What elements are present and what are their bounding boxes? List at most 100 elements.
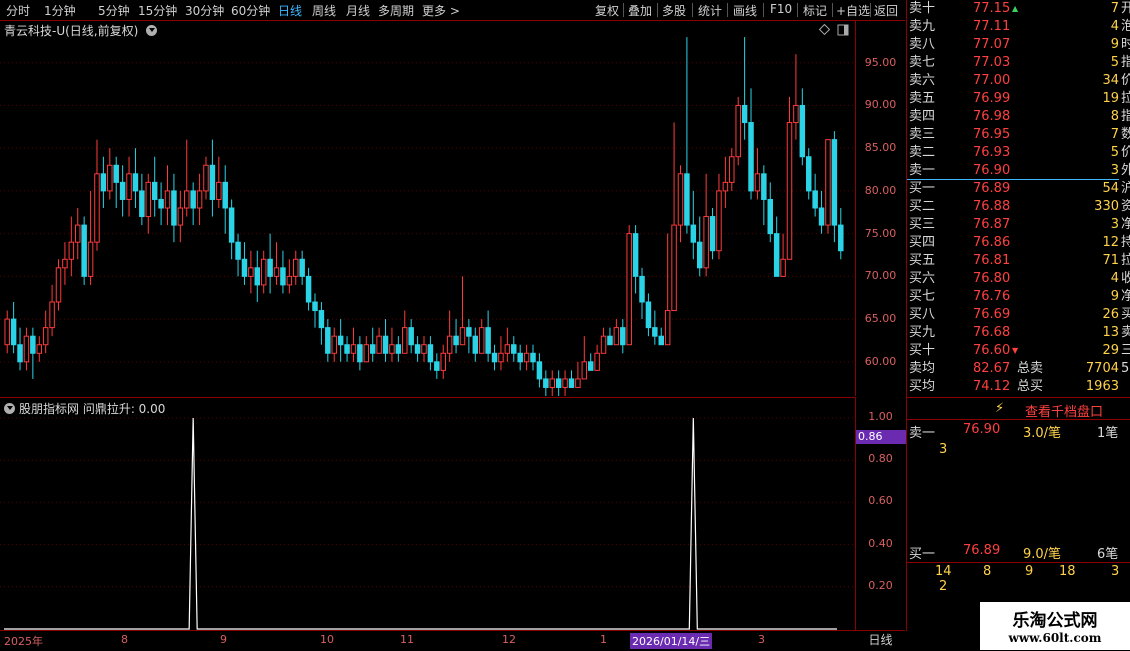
candle [735, 96, 741, 166]
level-label: 买三 [909, 217, 936, 232]
level-volume: 4 [1110, 19, 1119, 34]
mark-button[interactable]: 标记 [803, 2, 827, 19]
thousand-level-button[interactable]: 查看千档盘口 [1025, 401, 1103, 420]
candle [581, 336, 588, 380]
bids-level-row[interactable]: 买十 76.60 29 三 ▼ [907, 342, 1130, 360]
tab-1min[interactable]: 1分钟 [44, 2, 76, 19]
stats-button[interactable]: 统计 [698, 2, 722, 19]
multi-stock-button[interactable]: 多股 [662, 2, 686, 19]
x-tick: 9 [220, 633, 227, 646]
level-volume: 8 [1110, 109, 1119, 124]
candle [113, 156, 119, 208]
asks-level-row[interactable]: 卖四 76.98 8 指 [907, 108, 1130, 126]
candle [177, 190, 184, 243]
asks-level-row[interactable]: 卖十 77.15 7 开 ▲ [907, 0, 1130, 18]
clipped-side-text: 买 [1121, 307, 1130, 322]
candle [395, 336, 402, 362]
tab-multi-period[interactable]: 多周期 [378, 2, 414, 19]
overlay-button[interactable]: 叠加 [628, 2, 652, 19]
asks-level-row[interactable]: 卖八 77.07 9 时 [907, 36, 1130, 54]
level-price: 76.95 [973, 127, 1011, 142]
bids-level-row[interactable]: 买一 76.89 54 沪 [907, 180, 1130, 198]
candle [119, 165, 126, 217]
level-volume: 5 [1110, 145, 1119, 160]
level-volume: 34 [1102, 73, 1119, 88]
price-tick: 90.00 [864, 98, 897, 112]
price-tick: 80.00 [864, 183, 897, 197]
candle [81, 216, 87, 285]
draw-line-button[interactable]: 画线 [733, 2, 757, 19]
asks-level-row[interactable]: 卖三 76.95 7 数 [907, 126, 1130, 144]
asks-level-row[interactable]: 卖九 77.11 4 泡 [907, 18, 1130, 36]
level-label: 卖一 [909, 163, 936, 178]
candle [171, 173, 177, 243]
tab-30min[interactable]: 30分钟 [185, 2, 224, 19]
clipped-side-text: 沪 [1121, 181, 1130, 196]
period-label[interactable]: 日线 [856, 630, 905, 649]
asks-level-row[interactable]: 卖五 76.99 19 拉 [907, 90, 1130, 108]
price-tick: 60.00 [864, 354, 897, 368]
price-tick: 65.00 [864, 312, 897, 326]
add-watchlist-button[interactable]: +自选 [836, 2, 870, 19]
asks-level-row[interactable]: 卖一 76.90 3 外 [907, 162, 1130, 180]
level-label: 卖七 [909, 55, 936, 70]
x-tick: 10 [320, 633, 334, 646]
candle [485, 310, 491, 362]
clipped-side-text: 指 [1121, 109, 1130, 124]
watermark-title: 乐淘公式网 [1012, 611, 1098, 631]
asks-level-row[interactable]: 卖七 77.03 5 指 [907, 54, 1130, 72]
level-price: 77.11 [973, 19, 1011, 34]
candle [671, 122, 677, 312]
asks-level-row[interactable]: 卖二 76.93 5 价 [907, 144, 1130, 162]
adjust-button[interactable]: 复权 [595, 2, 619, 19]
tab-minute-chart[interactable]: 分时 [6, 2, 30, 19]
tab-daily[interactable]: 日线 [278, 2, 302, 19]
bids-level-row[interactable]: 买八 76.69 26 买 [907, 306, 1130, 324]
tab-5min[interactable]: 5分钟 [98, 2, 130, 19]
candle-chart[interactable] [0, 20, 855, 396]
candle [389, 327, 395, 362]
bids-level-row[interactable]: 买三 76.87 3 净 [907, 216, 1130, 234]
candle [357, 336, 363, 371]
candle [350, 327, 357, 362]
candle [126, 156, 132, 217]
f10-button[interactable]: F10 [770, 2, 792, 16]
candle [664, 233, 671, 346]
bids-level-row[interactable]: 买九 76.68 13 卖 [907, 324, 1130, 342]
buy1-queue-item: 2 [939, 579, 948, 594]
tab-more[interactable]: 更多 > [422, 2, 460, 19]
tab-monthly[interactable]: 月线 [346, 2, 370, 19]
tab-weekly[interactable]: 周线 [312, 2, 336, 19]
tab-60min[interactable]: 60分钟 [231, 2, 270, 19]
bids-level-row[interactable]: 买四 76.86 12 持 [907, 234, 1130, 252]
indicator-tick: 0.20 [868, 578, 893, 592]
back-button[interactable]: 返回 [874, 2, 898, 19]
buy1-label: 买一 [909, 547, 936, 562]
candle [459, 276, 466, 346]
current-value-badge: 0.86 [856, 430, 906, 444]
candle [10, 302, 17, 354]
bids-level-row[interactable]: 买五 76.81 71 拉 [907, 252, 1130, 270]
candlestick-panel[interactable]: 青云科技-U(日线,前复权) [0, 20, 856, 396]
candle [209, 139, 216, 217]
sell1-avg: 3.0/笔 [1023, 426, 1062, 441]
price-tick: 75.00 [864, 226, 897, 240]
bids-level-row[interactable]: 买六 76.80 4 收 [907, 270, 1130, 288]
level-label: 买九 [909, 325, 936, 340]
watermark-url: www.60lt.com [1008, 631, 1102, 645]
level-volume: 26 [1102, 307, 1119, 322]
candle [94, 139, 100, 251]
clipped-side-text: 数 [1121, 127, 1130, 142]
avg-buy-row: 买均 74.12 总买 1963 [907, 378, 1130, 396]
indicator-panel[interactable]: 股朋指标网 问鼎拉升: 0.00 [0, 397, 856, 631]
bids-level-row[interactable]: 买七 76.76 9 净 [907, 288, 1130, 306]
candle [620, 319, 626, 354]
asks-level-row[interactable]: 卖六 77.00 34 价 [907, 72, 1130, 90]
bids-level-row[interactable]: 买二 76.88 330 资 [907, 198, 1130, 216]
total-sell-label: 总卖 [1017, 361, 1044, 376]
candle [677, 165, 684, 243]
candle [453, 319, 459, 354]
level-label: 买二 [909, 199, 936, 214]
indicator-chart[interactable] [0, 398, 855, 631]
tab-15min[interactable]: 15分钟 [138, 2, 177, 19]
